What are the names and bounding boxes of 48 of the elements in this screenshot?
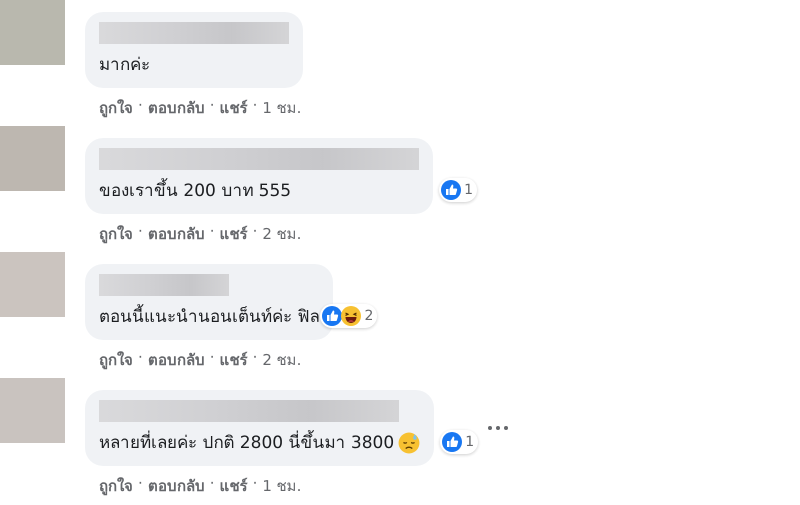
blurred-avatar — [0, 378, 65, 443]
comment-text: ของเราขึ้น 200 บาท 555 — [99, 178, 292, 204]
action-link[interactable]: ถูกใจ — [99, 348, 133, 372]
separator-dot: · — [252, 474, 258, 494]
comment-text: มากค่ะ — [99, 54, 150, 77]
action-link[interactable]: ตอบกลับ — [148, 222, 205, 246]
laughing-face-icon — [341, 306, 362, 326]
reaction-badge[interactable]: 1 — [440, 430, 478, 454]
like-icon — [441, 180, 462, 200]
comment-time[interactable]: 1 ชม. — [262, 474, 302, 498]
separator-dot: · — [138, 348, 143, 368]
reaction-count: 2 — [364, 308, 374, 324]
comment-time[interactable]: 1 ชม. — [262, 96, 302, 120]
separator-dot: · — [210, 222, 215, 242]
blurred-avatar — [0, 252, 65, 317]
action-link[interactable]: ถูกใจ — [99, 96, 133, 120]
blurred-avatar — [0, 0, 65, 65]
more-icon[interactable] — [486, 424, 510, 432]
reaction-badge[interactable]: 2 — [320, 304, 378, 328]
action-link[interactable]: แชร์ — [220, 474, 248, 498]
action-link[interactable]: ถูกใจ — [99, 222, 133, 246]
action-link[interactable]: ตอบกลับ — [148, 348, 205, 372]
comment-text: ตอนนี้แนะนำนอนเต็นท์ค่ะ ฟิล — [99, 304, 320, 330]
separator-dot: · — [138, 96, 143, 116]
reaction-count: 1 — [464, 182, 473, 198]
comment-time[interactable]: 2 ชม. — [262, 348, 302, 372]
action-link[interactable]: แชร์ — [220, 348, 248, 372]
action-link[interactable]: แชร์ — [220, 222, 248, 246]
blurred-avatar — [0, 126, 65, 191]
separator-dot: · — [252, 96, 258, 116]
comment-text: หลายที่เลยค่ะ ปกติ 2800 นี่ขึ้นมา 3800 — [99, 430, 394, 456]
separator-dot: · — [210, 348, 215, 368]
separator-dot: · — [210, 96, 215, 116]
reaction-badge[interactable]: 1 — [439, 178, 477, 202]
separator-dot: · — [138, 222, 143, 242]
separator-dot: · — [210, 474, 215, 494]
action-link[interactable]: ตอบกลับ — [148, 96, 205, 120]
downcast-face-icon — [398, 432, 420, 454]
separator-dot: · — [252, 348, 258, 368]
like-icon — [442, 432, 462, 452]
separator-dot: · — [252, 222, 258, 242]
reaction-count: 1 — [465, 434, 474, 450]
action-link[interactable]: แชร์ — [220, 96, 248, 120]
comment-time[interactable]: 2 ชม. — [262, 222, 302, 246]
like-icon — [322, 306, 342, 326]
action-link[interactable]: ตอบกลับ — [148, 474, 205, 498]
action-link[interactable]: ถูกใจ — [99, 474, 133, 498]
separator-dot: · — [138, 474, 143, 494]
